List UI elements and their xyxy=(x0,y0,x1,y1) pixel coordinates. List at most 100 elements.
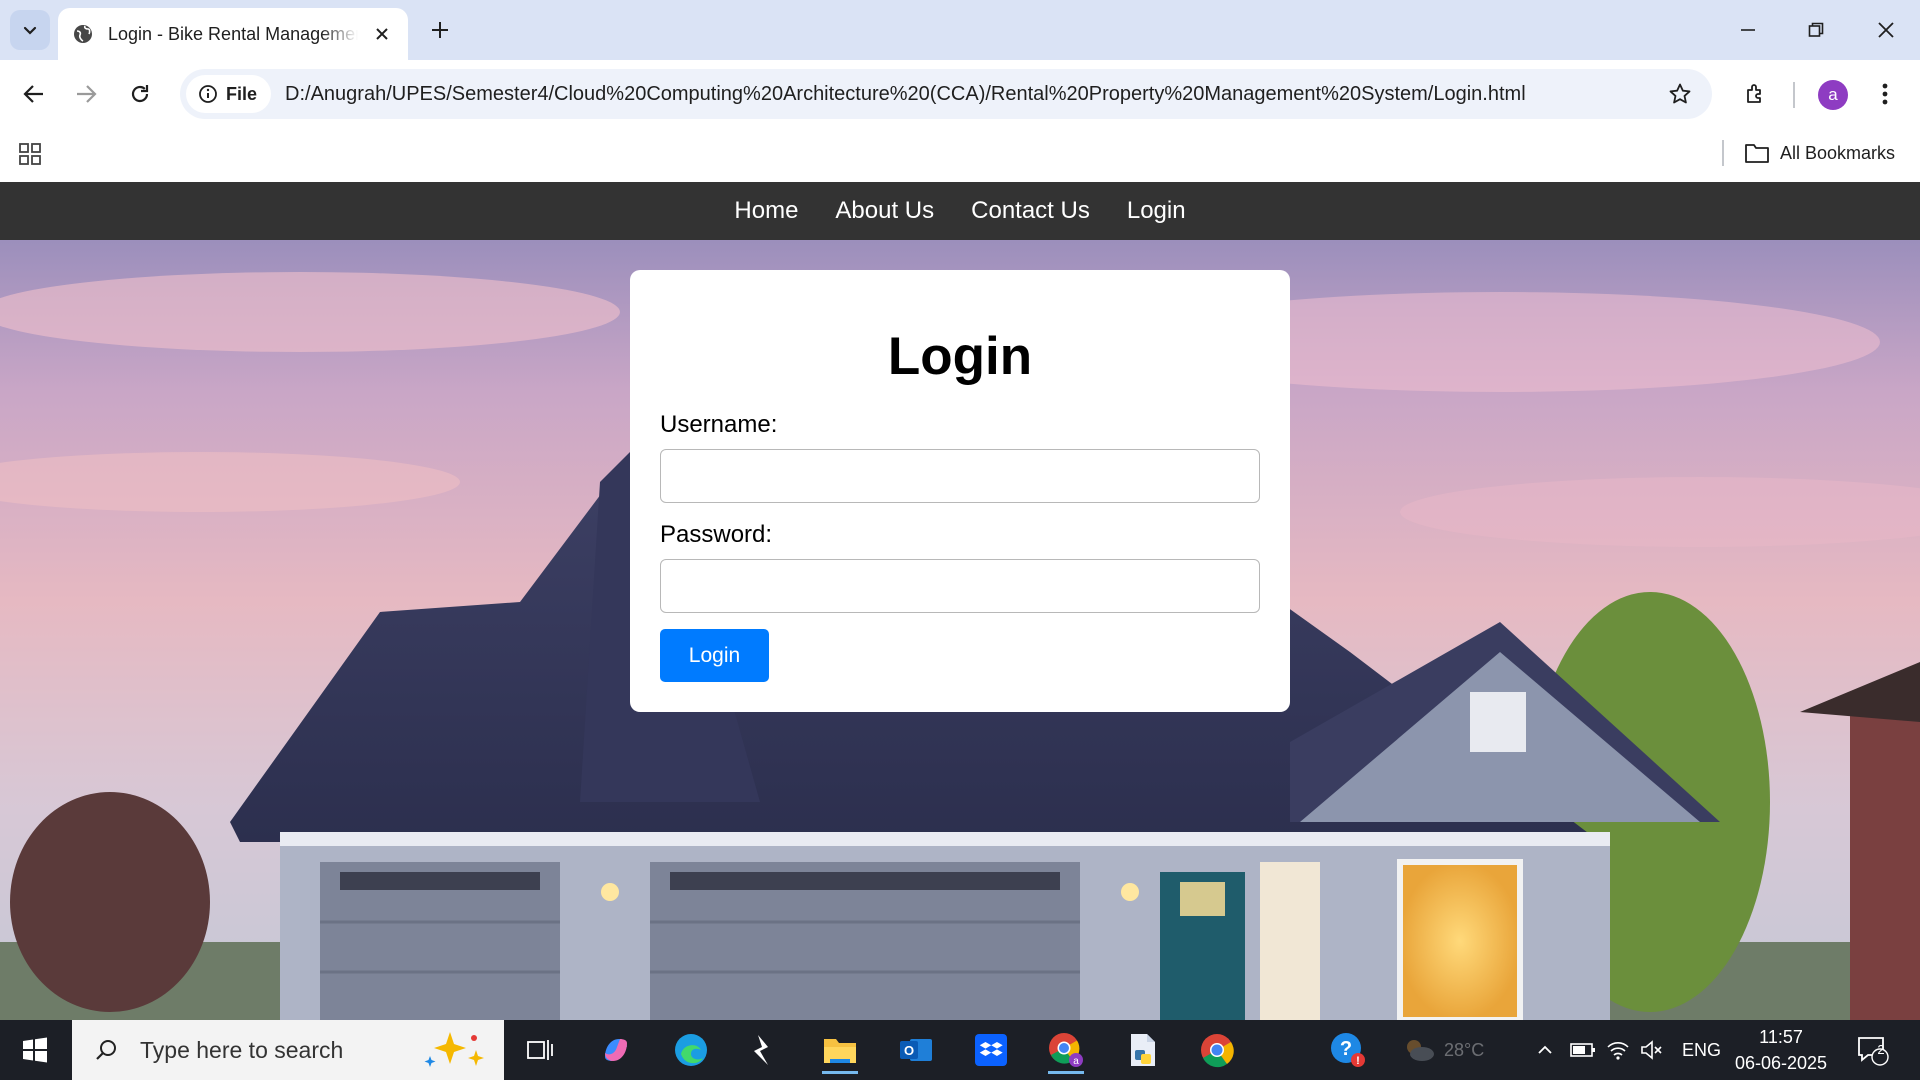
lightning-icon xyxy=(754,1035,768,1065)
chevron-down-icon xyxy=(23,26,37,35)
taskbar-edge[interactable] xyxy=(663,1026,719,1074)
svg-text:?: ? xyxy=(1340,1038,1352,1060)
sparkle-icon xyxy=(424,1032,484,1067)
task-view-button[interactable] xyxy=(512,1026,568,1074)
dropbox-icon xyxy=(975,1034,1007,1066)
info-icon xyxy=(199,85,217,103)
arrow-right-icon xyxy=(77,85,97,103)
search-icon xyxy=(96,1040,116,1060)
puzzle-icon xyxy=(1747,84,1761,103)
volume-button[interactable] xyxy=(1640,1020,1664,1080)
system-clock[interactable]: 11:57 06-06-2025 xyxy=(1726,1024,1836,1076)
bookmarks-divider xyxy=(1722,140,1724,166)
profile-avatar[interactable]: a xyxy=(1818,80,1848,110)
restore-icon xyxy=(1808,22,1824,37)
all-bookmarks-label: All Bookmarks xyxy=(1780,142,1896,163)
weather-cloud-icon xyxy=(1407,1040,1434,1061)
reload-icon xyxy=(131,85,149,103)
active-indicator xyxy=(822,1071,858,1074)
forward-button[interactable] xyxy=(66,74,106,114)
login-submit-button[interactable]: Login xyxy=(660,629,769,682)
nav-link-contact-us[interactable]: Contact Us xyxy=(971,197,1090,225)
weather-temperature: 28°C xyxy=(1444,1039,1485,1060)
edge-icon xyxy=(675,1034,707,1066)
browser-menu-button[interactable] xyxy=(1870,74,1900,114)
address-bar[interactable]: File D:/Anugrah/UPES/Semester4/Cloud%20C… xyxy=(180,69,1712,119)
clock-date: 06-06-2025 xyxy=(1734,1053,1828,1073)
apps-button[interactable] xyxy=(14,138,46,170)
active-indicator xyxy=(1048,1071,1084,1074)
taskbar-chrome[interactable] xyxy=(1189,1026,1245,1074)
site-info-chip[interactable]: File xyxy=(186,75,272,113)
taskbar-app-git[interactable] xyxy=(735,1026,791,1074)
minimize-button[interactable] xyxy=(1728,10,1768,50)
help-icon: ?! xyxy=(1331,1033,1365,1067)
tab-search-button[interactable] xyxy=(10,10,50,50)
browser-toolbar: File D:/Anugrah/UPES/Semester4/Cloud%20C… xyxy=(0,60,1920,128)
copilot-icon xyxy=(605,1039,627,1061)
site-scheme-label: File xyxy=(226,83,258,104)
language-indicator[interactable]: ENG xyxy=(1682,1020,1721,1080)
battery-icon xyxy=(1570,1043,1595,1057)
back-button[interactable] xyxy=(14,74,54,114)
password-label: Password: xyxy=(660,521,773,548)
restore-button[interactable] xyxy=(1796,10,1836,50)
task-view-icon xyxy=(527,1040,553,1060)
weather-widget[interactable]: 28°C xyxy=(1402,1020,1484,1080)
network-button[interactable] xyxy=(1606,1020,1630,1080)
windows-logo-icon xyxy=(23,1037,47,1063)
chevron-up-icon xyxy=(1538,1045,1552,1054)
bookmark-star-button[interactable] xyxy=(1664,78,1696,110)
taskbar-search-box[interactable]: Type here to search xyxy=(72,1020,504,1080)
username-input[interactable] xyxy=(660,449,1260,503)
star-icon xyxy=(1669,83,1691,104)
close-tab-icon[interactable] xyxy=(370,22,394,46)
plus-icon xyxy=(432,22,448,38)
login-card: Login Username: Password: Login xyxy=(630,270,1290,712)
bookmarks-bar: All Bookmarks xyxy=(0,128,1920,182)
kebab-menu-icon xyxy=(1882,83,1888,105)
site-navigation: Home About Us Contact Us Login xyxy=(0,182,1920,240)
chrome-icon xyxy=(1201,1034,1234,1068)
nav-link-about-us[interactable]: About Us xyxy=(835,197,934,225)
taskbar-file-explorer[interactable] xyxy=(812,1026,868,1074)
taskbar-chrome-profile[interactable]: a xyxy=(1038,1026,1094,1074)
extensions-button[interactable] xyxy=(1736,74,1776,114)
folder-icon xyxy=(824,1039,856,1063)
battery-button[interactable] xyxy=(1570,1020,1596,1080)
wifi-icon xyxy=(1607,1042,1629,1060)
nav-link-login[interactable]: Login xyxy=(1127,197,1186,225)
start-button[interactable] xyxy=(0,1020,70,1080)
minimize-icon xyxy=(1741,29,1755,31)
password-input[interactable] xyxy=(660,559,1260,613)
outlook-icon: O xyxy=(900,1039,932,1061)
windows-taskbar: Type here to search O a ?! 28°C ENG 11:5… xyxy=(0,1020,1920,1080)
taskbar-copilot[interactable] xyxy=(588,1026,644,1074)
svg-text:O: O xyxy=(904,1043,914,1058)
username-label: Username: xyxy=(660,411,778,438)
browser-tab-strip: Login - Bike Rental Management System xyxy=(0,0,1920,60)
clock-time: 11:57 xyxy=(1759,1027,1803,1047)
nav-link-home[interactable]: Home xyxy=(734,197,798,225)
search-placeholder: Type here to search xyxy=(140,1036,344,1063)
all-bookmarks-button[interactable]: All Bookmarks xyxy=(1744,136,1895,170)
taskbar-outlook[interactable]: O xyxy=(888,1026,944,1074)
folder-icon xyxy=(1745,144,1769,163)
globe-icon xyxy=(74,25,92,43)
login-heading: Login xyxy=(887,327,1033,386)
svg-text:!: ! xyxy=(1356,1055,1360,1067)
svg-text:a: a xyxy=(1073,1056,1079,1067)
taskbar-help[interactable]: ?! xyxy=(1320,1026,1376,1074)
taskbar-dropbox[interactable] xyxy=(963,1026,1019,1074)
toolbar-divider xyxy=(1793,82,1795,108)
reload-button[interactable] xyxy=(120,74,160,114)
taskbar-python-editor[interactable] xyxy=(1114,1026,1170,1074)
apps-grid-icon xyxy=(19,143,41,165)
new-tab-button[interactable] xyxy=(424,14,456,46)
show-hidden-icons-button[interactable] xyxy=(1536,1020,1554,1080)
browser-tab[interactable]: Login - Bike Rental Management System xyxy=(58,8,408,60)
url-text[interactable]: D:/Anugrah/UPES/Semester4/Cloud%20Comput… xyxy=(285,83,1526,106)
notification-count: 2 xyxy=(1877,1042,1885,1057)
notification-center-button[interactable]: 2 xyxy=(1856,1020,1890,1080)
close-window-button[interactable] xyxy=(1866,10,1906,50)
